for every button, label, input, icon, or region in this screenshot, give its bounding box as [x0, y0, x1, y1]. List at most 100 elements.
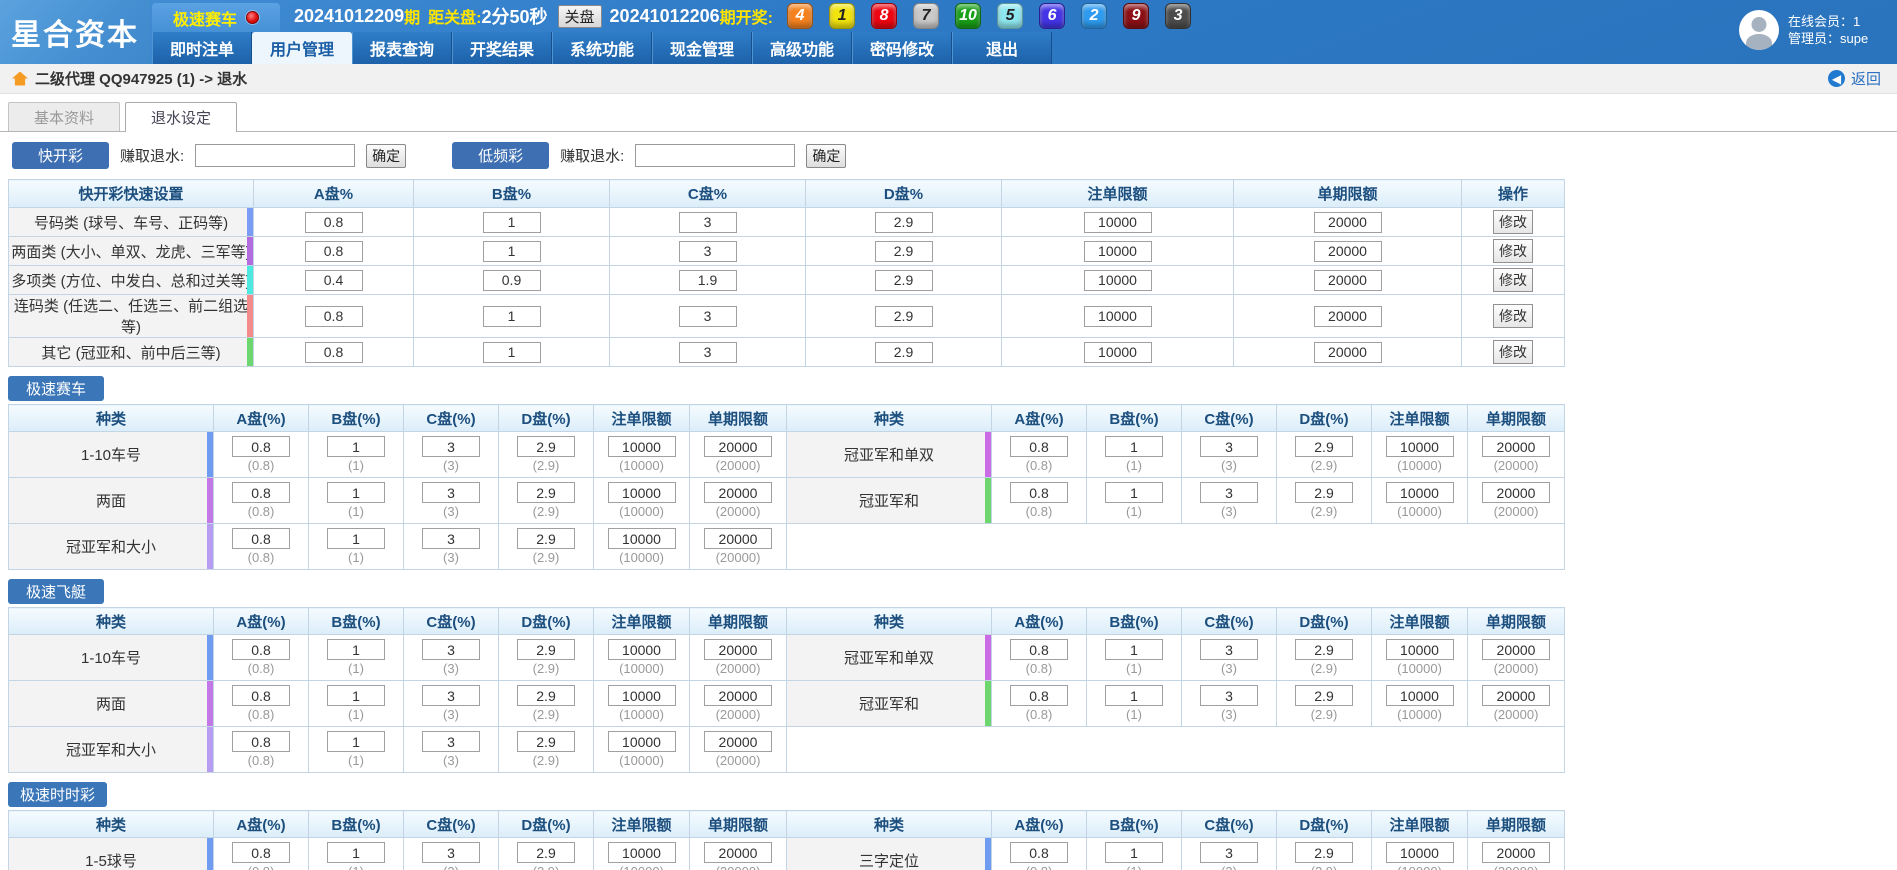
rate-input[interactable] — [704, 639, 772, 660]
rate-input[interactable] — [1482, 685, 1550, 706]
rate-input[interactable] — [1105, 436, 1163, 457]
rate-input[interactable] — [1084, 306, 1152, 327]
rate-input[interactable] — [422, 436, 480, 457]
nav-item-3[interactable]: 开奖结果 — [452, 32, 552, 64]
section-title-button[interactable]: 极速飞艇 — [8, 579, 104, 604]
rate-input[interactable] — [679, 270, 737, 291]
rate-input[interactable] — [1314, 342, 1382, 363]
rate-input[interactable] — [1200, 685, 1258, 706]
rate-input[interactable] — [1314, 270, 1382, 291]
modify-button[interactable]: 修改 — [1493, 340, 1533, 364]
rate-input[interactable] — [1295, 482, 1353, 503]
rate-input[interactable] — [875, 306, 933, 327]
rate-input[interactable] — [1084, 212, 1152, 233]
rate-input[interactable] — [704, 685, 772, 706]
rate-input[interactable] — [704, 842, 772, 863]
tab-basic-info[interactable]: 基本资料 — [8, 102, 120, 131]
rate-input[interactable] — [875, 241, 933, 262]
rate-input[interactable] — [1482, 436, 1550, 457]
rate-input[interactable] — [1386, 685, 1454, 706]
confirm-button[interactable]: 确定 — [806, 144, 846, 168]
rate-input[interactable] — [305, 212, 363, 233]
rate-input[interactable] — [422, 731, 480, 752]
rate-input[interactable] — [608, 528, 676, 549]
rate-input[interactable] — [305, 241, 363, 262]
low-frequency-button[interactable]: 低频彩 — [452, 142, 549, 169]
rate-input[interactable] — [1010, 842, 1068, 863]
rate-input[interactable] — [422, 482, 480, 503]
tab-rebate-settings[interactable]: 退水设定 — [125, 102, 237, 132]
modify-button[interactable]: 修改 — [1493, 210, 1533, 234]
rate-input[interactable] — [1386, 639, 1454, 660]
rate-input[interactable] — [1295, 639, 1353, 660]
rate-input[interactable] — [232, 639, 290, 660]
rate-input[interactable] — [679, 306, 737, 327]
rate-input[interactable] — [704, 436, 772, 457]
confirm-button[interactable]: 确定 — [366, 144, 406, 168]
rate-input[interactable] — [1105, 639, 1163, 660]
rate-input[interactable] — [327, 482, 385, 503]
rate-input[interactable] — [232, 528, 290, 549]
rate-input[interactable] — [422, 685, 480, 706]
rate-input[interactable] — [875, 342, 933, 363]
rate-input[interactable] — [875, 212, 933, 233]
rate-input[interactable] — [305, 306, 363, 327]
rate-input[interactable] — [1084, 342, 1152, 363]
rate-input[interactable] — [422, 528, 480, 549]
nav-item-1[interactable]: 用户管理 — [252, 32, 352, 64]
rate-input[interactable] — [422, 639, 480, 660]
rate-input[interactable] — [679, 212, 737, 233]
rate-input[interactable] — [305, 342, 363, 363]
rate-input[interactable] — [608, 731, 676, 752]
rate-input[interactable] — [679, 342, 737, 363]
rate-input[interactable] — [1314, 306, 1382, 327]
game-selector[interactable]: 极速赛车 — [152, 3, 280, 32]
rate-input[interactable] — [1105, 685, 1163, 706]
rate-input[interactable] — [327, 528, 385, 549]
rate-input[interactable] — [1200, 436, 1258, 457]
rebate-input[interactable] — [635, 144, 795, 167]
rate-input[interactable] — [1386, 842, 1454, 863]
rate-input[interactable] — [608, 436, 676, 457]
rate-input[interactable] — [1482, 482, 1550, 503]
rate-input[interactable] — [327, 685, 385, 706]
rate-input[interactable] — [517, 685, 575, 706]
nav-item-8[interactable]: 退出 — [952, 32, 1052, 64]
section-title-button[interactable]: 极速时时彩 — [8, 782, 107, 807]
rate-input[interactable] — [1200, 482, 1258, 503]
rate-input[interactable] — [1314, 241, 1382, 262]
rate-input[interactable] — [704, 482, 772, 503]
rate-input[interactable] — [327, 842, 385, 863]
rate-input[interactable] — [1010, 639, 1068, 660]
rate-input[interactable] — [1084, 241, 1152, 262]
nav-item-6[interactable]: 高级功能 — [752, 32, 852, 64]
rate-input[interactable] — [232, 731, 290, 752]
nav-item-5[interactable]: 现金管理 — [652, 32, 752, 64]
rate-input[interactable] — [679, 241, 737, 262]
nav-item-0[interactable]: 即时注单 — [152, 32, 252, 64]
rate-input[interactable] — [1105, 842, 1163, 863]
rate-input[interactable] — [517, 842, 575, 863]
nav-item-7[interactable]: 密码修改 — [852, 32, 952, 64]
rate-input[interactable] — [483, 342, 541, 363]
close-plate-button[interactable]: 关盘 — [558, 5, 602, 28]
rate-input[interactable] — [1295, 436, 1353, 457]
rate-input[interactable] — [1200, 842, 1258, 863]
rate-input[interactable] — [1482, 842, 1550, 863]
rate-input[interactable] — [327, 639, 385, 660]
modify-button[interactable]: 修改 — [1493, 239, 1533, 263]
rate-input[interactable] — [483, 270, 541, 291]
rate-input[interactable] — [1295, 685, 1353, 706]
rate-input[interactable] — [327, 731, 385, 752]
rate-input[interactable] — [1010, 685, 1068, 706]
rate-input[interactable] — [422, 842, 480, 863]
rate-input[interactable] — [1010, 436, 1068, 457]
rate-input[interactable] — [1105, 482, 1163, 503]
rate-input[interactable] — [1386, 436, 1454, 457]
fast-lottery-button[interactable]: 快开彩 — [12, 142, 109, 169]
rate-input[interactable] — [232, 482, 290, 503]
rate-input[interactable] — [232, 842, 290, 863]
rate-input[interactable] — [517, 482, 575, 503]
rate-input[interactable] — [327, 436, 385, 457]
rate-input[interactable] — [608, 639, 676, 660]
